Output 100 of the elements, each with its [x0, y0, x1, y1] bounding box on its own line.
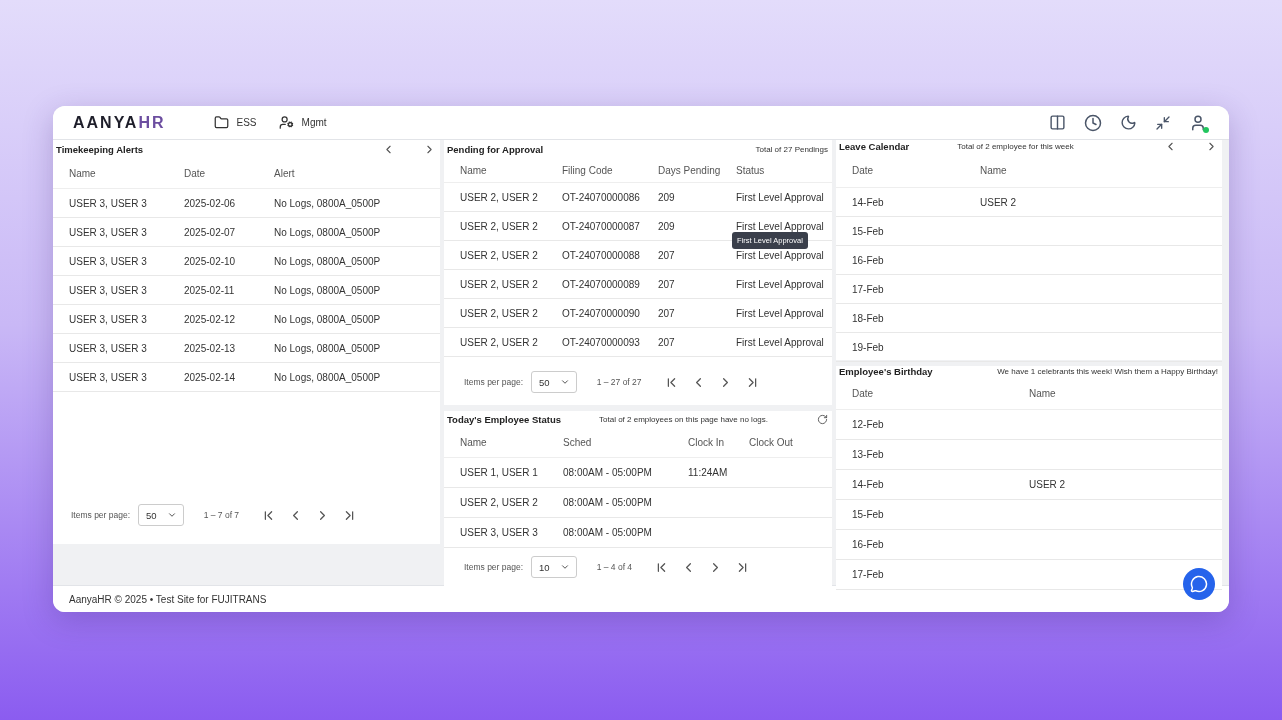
table-cell: USER 2 [964, 187, 1222, 217]
table-cell: 2025-02-12 [168, 304, 258, 334]
table-cell: USER 2, USER 2 [444, 240, 546, 270]
table-cell: 207 [642, 327, 720, 357]
table-cell: 207 [642, 298, 720, 328]
table-cell: 15-Feb [836, 216, 964, 246]
panel-title: Leave Calendar [839, 141, 910, 152]
table-cell: 13-Feb [836, 439, 1013, 470]
caret-icon [559, 377, 570, 387]
table-cell: USER 2, USER 2 [444, 211, 546, 241]
table-cell: 08:00AM - 05:00PM [547, 457, 672, 488]
table-cell: 16-Feb [836, 529, 1013, 560]
column-header: Status [720, 158, 832, 183]
table-cell: No Logs, 0800A_0500P [258, 304, 440, 334]
panel-title: Today's Employee Status [447, 413, 561, 425]
table-cell: 11:24AM [672, 457, 733, 488]
table-cell: No Logs, 0800A_0500P [258, 333, 440, 363]
table-cell: USER 3, USER 3 [53, 188, 168, 218]
column-header: Days Pending [642, 158, 720, 183]
items-per-page-label: Items per page: [464, 562, 524, 572]
table-cell: OT-24070000088 [546, 240, 642, 270]
table-cell: OT-24070000086 [546, 182, 642, 212]
panel-title: Pending for Approval [447, 143, 544, 155]
split-view-icon[interactable] [1047, 112, 1068, 133]
column-header: Name [53, 158, 168, 189]
column-header: Date [168, 158, 258, 189]
table-cell: OT-24070000090 [546, 298, 642, 328]
table-cell: OT-24070000089 [546, 269, 642, 299]
panel-summary: We have 1 celebrants this week! Wish them a Happy Birthday! [997, 367, 1218, 376]
panel-title: Timekeeping Alerts [56, 143, 144, 155]
table-cell: USER 1, USER 1 [444, 457, 547, 488]
table-cell: First Level Approval [720, 269, 832, 299]
caret-icon [559, 562, 570, 572]
table-cell: 2025-02-14 [168, 362, 258, 392]
column-header: Clock In [672, 427, 733, 458]
table-cell: USER 2, USER 2 [444, 298, 546, 328]
panel-summary: Total of 2 employees on this page have no logs. [599, 414, 768, 424]
table-cell: No Logs, 0800A_0500P [258, 275, 440, 305]
table-cell: USER 3, USER 3 [53, 333, 168, 363]
table-cell: 08:00AM - 05:00PM [547, 487, 672, 518]
table-cell: First Level Approval [720, 298, 832, 328]
table-cell: 12-Feb [836, 409, 1013, 440]
items-per-page-label: Items per page: [464, 377, 524, 387]
column-header: Date [836, 377, 1013, 410]
table-cell: 2025-02-07 [168, 217, 258, 247]
table-cell: USER 3, USER 3 [53, 275, 168, 305]
table-cell: USER 3, USER 3 [444, 517, 547, 548]
table-cell: No Logs, 0800A_0500P [258, 246, 440, 276]
table-cell: USER 2, USER 2 [444, 487, 547, 518]
folder-icon [213, 115, 229, 130]
table-cell: USER 3, USER 3 [53, 362, 168, 392]
page-size-select[interactable]: 50 [138, 504, 184, 526]
panel-summary: Total of 27 Pendings [755, 144, 828, 154]
table-cell: 209 [642, 182, 720, 212]
nav-link[interactable]: ESS [213, 115, 257, 130]
table-cell: 15-Feb [836, 499, 1013, 530]
page-range: 1 – 7 of 7 [203, 510, 240, 520]
table-cell: 2025-02-11 [168, 275, 258, 305]
table-cell: 19-Feb [836, 332, 964, 362]
table-cell: 2025-02-10 [168, 246, 258, 276]
table-cell: 2025-02-13 [168, 333, 258, 363]
page-range: 1 – 27 of 27 [596, 377, 642, 387]
page-size-select[interactable]: 50 [531, 371, 577, 393]
user-gear-icon [278, 115, 294, 130]
table-cell: 14-Feb [836, 469, 1013, 500]
nav-link[interactable]: Mgmt [278, 115, 327, 130]
panel-summary: Total of 2 employee for this week [957, 142, 1074, 151]
table-cell: 18-Feb [836, 303, 964, 333]
table-cell: OT-24070000093 [546, 327, 642, 357]
table-cell: First Level Approval [720, 327, 832, 357]
table-cell: USER 2, USER 2 [444, 182, 546, 212]
table-cell: USER 3, USER 3 [53, 246, 168, 276]
panel-title: Employee's Birthday [839, 366, 933, 377]
table-cell: 207 [642, 269, 720, 299]
column-header: Name [964, 153, 1222, 188]
column-header: Alert [258, 158, 440, 189]
column-header: Name [1013, 377, 1222, 410]
table-cell: 16-Feb [836, 245, 964, 275]
table-cell: OT-24070000087 [546, 211, 642, 241]
caret-icon [166, 510, 177, 520]
table-cell: USER 3, USER 3 [53, 217, 168, 247]
chat-icon [1190, 575, 1208, 593]
table-cell: USER 2 [1013, 469, 1222, 500]
items-per-page-label: Items per page: [71, 510, 131, 520]
table-cell: USER 3, USER 3 [53, 304, 168, 334]
table-cell: 08:00AM - 05:00PM [547, 517, 672, 548]
footer-text: AanyaHR © 2025 • Test Site for FUJITRANS [69, 593, 267, 605]
column-header: Name [444, 158, 546, 183]
table-cell: No Logs, 0800A_0500P [258, 217, 440, 247]
table-cell: 209 [642, 211, 720, 241]
page-range: 1 – 4 of 4 [596, 562, 633, 572]
column-header: Sched [547, 427, 672, 458]
column-header: Clock Out [733, 427, 832, 458]
column-header: Date [836, 153, 964, 188]
table-cell: First Level Approval [720, 182, 832, 212]
page-size-select[interactable]: 10 [531, 556, 577, 578]
refresh-icon[interactable] [817, 413, 828, 425]
column-header: Name [444, 427, 547, 458]
table-cell: USER 2, USER 2 [444, 327, 546, 357]
table-cell: USER 2, USER 2 [444, 269, 546, 299]
